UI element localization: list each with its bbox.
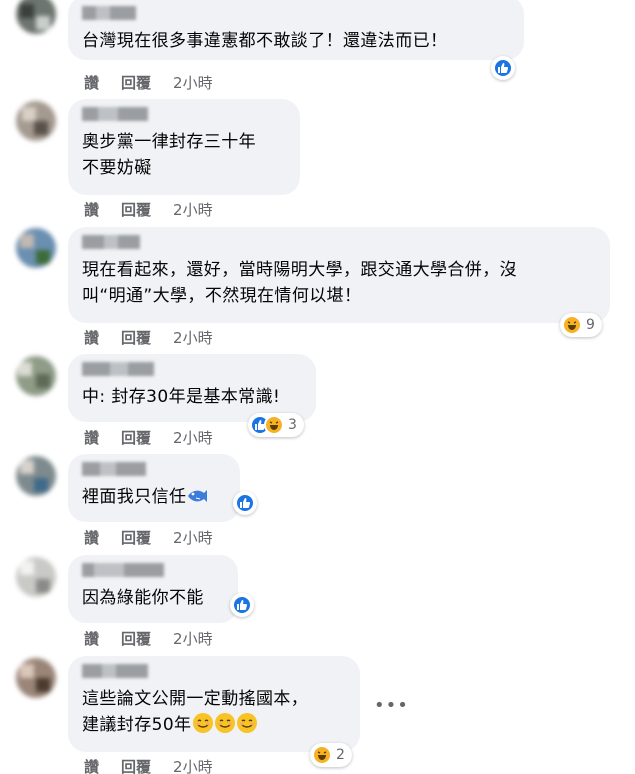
- like-icon: [235, 493, 255, 513]
- comment-time[interactable]: 2小時: [173, 199, 213, 220]
- like-button[interactable]: 讚: [84, 628, 99, 649]
- comment-text: 現在看起來，還好，當時陽明大學，跟交通大學合併，沒 叫“明通”大學，不然現在情何…: [82, 260, 517, 306]
- comment-bubble: 因為綠能你不能: [68, 555, 238, 623]
- reply-button[interactable]: 回覆: [121, 427, 151, 448]
- commenter-name[interactable]: [82, 6, 510, 20]
- avatar[interactable]: [16, 456, 56, 496]
- like-button[interactable]: 讚: [84, 327, 99, 348]
- reaction-count: 9: [586, 317, 595, 333]
- commenter-name[interactable]: [82, 235, 596, 249]
- haha-icon: [312, 745, 332, 765]
- comment-bubble: 現在看起來，還好，當時陽明大學，跟交通大學合併，沒 叫“明通”大學，不然現在情何…: [68, 227, 610, 323]
- reaction-badge[interactable]: [233, 491, 257, 515]
- avatar[interactable]: [16, 356, 56, 396]
- reaction-badge[interactable]: 9: [560, 313, 602, 337]
- more-options-icon[interactable]: •••: [374, 695, 409, 716]
- reaction-count: 2: [336, 747, 345, 763]
- like-button[interactable]: 讚: [84, 427, 99, 448]
- like-button[interactable]: 讚: [84, 72, 99, 93]
- reply-button[interactable]: 回覆: [121, 327, 151, 348]
- comment-time[interactable]: 2小時: [173, 756, 213, 774]
- comment-bubble: 這些論文公開一定動搖國本， 建議封存50年: [68, 656, 360, 752]
- avatar[interactable]: [16, 228, 56, 268]
- comment-actions: 讚 回覆 2小時: [84, 427, 213, 448]
- smile-emoji-icon: [215, 713, 236, 733]
- reaction-badge[interactable]: 3: [248, 413, 304, 437]
- reply-button[interactable]: 回覆: [121, 527, 151, 548]
- comment-time[interactable]: 2小時: [173, 72, 213, 93]
- comment-actions: 讚 回覆 2小時: [84, 628, 213, 649]
- comment-bubble: 奧步黨一律封存三十年 不要妨礙: [68, 99, 300, 195]
- commenter-name[interactable]: [82, 107, 286, 121]
- avatar[interactable]: [16, 101, 56, 141]
- smile-emoji-icon: [237, 713, 258, 733]
- comment-time[interactable]: 2小時: [173, 327, 213, 348]
- comment-text: 裡面我只信任: [82, 484, 226, 510]
- avatar[interactable]: [16, 557, 56, 597]
- reaction-badge[interactable]: 2: [310, 743, 352, 767]
- haha-icon: [562, 315, 582, 335]
- comment-time[interactable]: 2小時: [173, 527, 213, 548]
- avatar[interactable]: [16, 0, 56, 34]
- avatar[interactable]: [16, 658, 56, 698]
- comment-bubble: 台灣現在很多事違憲都不敢談了！還違法而已！: [68, 0, 524, 60]
- comment-time[interactable]: 2小時: [173, 427, 213, 448]
- comment-bubble: 裡面我只信任: [68, 454, 240, 522]
- like-icon: [232, 595, 252, 615]
- comment-time[interactable]: 2小時: [173, 628, 213, 649]
- comment-actions: 讚 回覆 2小時: [84, 199, 213, 220]
- commenter-name[interactable]: [82, 664, 346, 678]
- comment-actions: 讚 回覆 2小時: [84, 527, 213, 548]
- smile-emoji-icon: [193, 713, 214, 733]
- reaction-count: 3: [288, 417, 297, 433]
- commenter-name[interactable]: [82, 462, 226, 476]
- comment-text: 因為綠能你不能: [82, 588, 204, 608]
- reaction-badge[interactable]: [491, 56, 515, 80]
- reply-button[interactable]: 回覆: [121, 199, 151, 220]
- fish-emoji-icon: [188, 490, 208, 502]
- commenter-name[interactable]: [82, 362, 302, 376]
- comment-actions: 讚 回覆 2小時: [84, 327, 213, 348]
- haha-icon: [264, 415, 284, 435]
- comment-actions: 讚 回覆 2小時: [84, 72, 213, 93]
- reply-button[interactable]: 回覆: [121, 628, 151, 649]
- commenter-name[interactable]: [82, 563, 224, 577]
- reaction-badge[interactable]: [230, 593, 254, 617]
- comment-text: 這些論文公開一定動搖國本， 建議封存50年: [82, 689, 309, 735]
- reply-button[interactable]: 回覆: [121, 756, 151, 774]
- like-button[interactable]: 讚: [84, 756, 99, 774]
- comment-text: 奧步黨一律封存三十年 不要妨礙: [82, 132, 256, 178]
- reply-button[interactable]: 回覆: [121, 72, 151, 93]
- comment-bubble: 中: 封存30年是基本常識!: [68, 354, 316, 422]
- comment-text: 中: 封存30年是基本常識!: [82, 387, 281, 407]
- comment-actions: 讚 回覆 2小時: [84, 756, 213, 774]
- like-button[interactable]: 讚: [84, 199, 99, 220]
- comment-text: 台灣現在很多事違憲都不敢談了！還違法而已！: [82, 31, 448, 51]
- like-icon: [493, 58, 513, 78]
- like-button[interactable]: 讚: [84, 527, 99, 548]
